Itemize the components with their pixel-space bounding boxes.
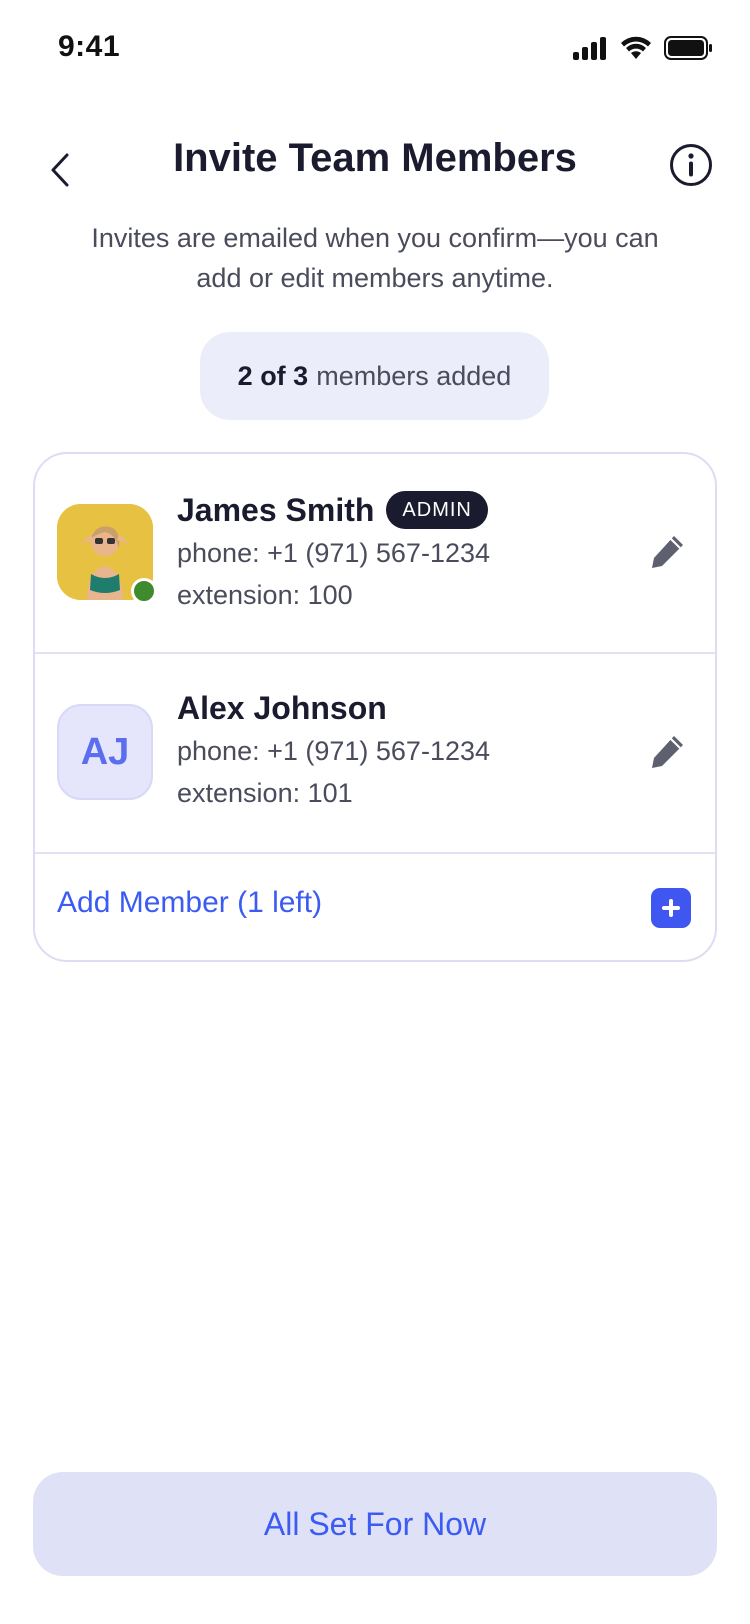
status-bar: 9:41 [0,0,750,100]
members-counter: 2 of 3 members added [200,332,549,420]
member-row[interactable]: James Smith ADMIN phone: +1 (971) 567-12… [35,454,715,654]
member-row[interactable]: AJ Alex Johnson phone: +1 (971) 567-1234… [35,652,715,854]
status-icons [572,36,714,60]
counter-suffix: members added [316,360,512,391]
avatar: AJ [57,704,153,800]
pencil-icon [652,536,683,568]
edit-member-button[interactable] [647,532,687,572]
member-details: Alex Johnson phone: +1 (971) 567-1234 ex… [177,686,490,814]
info-button[interactable] [668,142,714,188]
admin-badge: ADMIN [386,491,488,529]
member-phone: phone: +1 (971) 567-1234 [177,538,491,568]
pencil-icon [652,736,683,768]
avatar [57,504,157,604]
members-card: James Smith ADMIN phone: +1 (971) 567-12… [33,452,717,962]
wifi-icon [621,36,651,59]
all-set-button[interactable]: All Set For Now [33,1472,717,1576]
plus-icon [662,899,680,917]
page-title: Invite Team Members [173,136,577,180]
battery-icon [664,36,712,60]
member-name: Alex Johnson [177,689,387,726]
status-time: 9:41 [58,30,121,63]
online-status-dot [131,578,157,604]
add-member-row[interactable]: Add Member (1 left) [35,852,715,960]
member-extension: extension: 101 [177,778,353,808]
member-name: James Smith [177,491,375,528]
add-member-label[interactable]: Add Member (1 left) [57,886,322,920]
signal-icon [573,37,606,60]
header: Invite Team Members [0,130,750,210]
member-extension: extension: 100 [177,580,353,610]
counter-count: 2 of 3 [237,360,309,391]
add-member-button[interactable] [651,888,691,928]
subtitle: Invites are emailed when you confirm—you… [91,223,659,293]
info-icon [670,144,712,186]
member-details: James Smith ADMIN phone: +1 (971) 567-12… [177,488,490,616]
edit-member-button[interactable] [647,732,687,772]
member-phone: phone: +1 (971) 567-1234 [177,736,491,766]
